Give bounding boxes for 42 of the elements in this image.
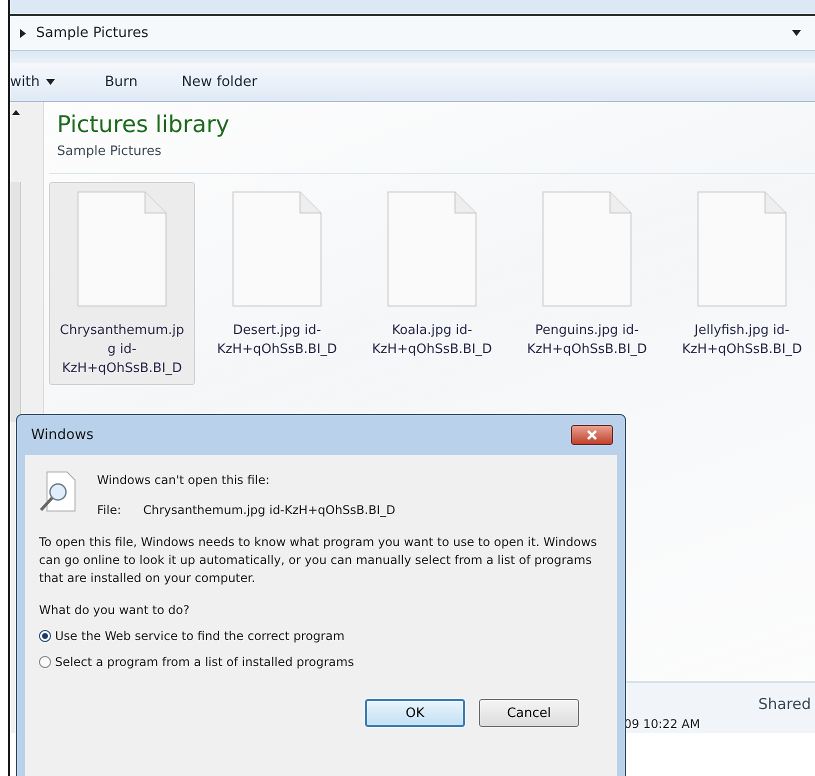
- file-name: Desert.jpg id-KzH+qOhSsB.BI_D: [216, 322, 338, 359]
- file-name: Koala.jpg id-KzH+qOhSsB.BI_D: [370, 322, 494, 359]
- toolbar-button[interactable]: with: [10, 74, 40, 90]
- file-name: Penguins.jpg id-KzH+qOhSsB.BI_D: [526, 322, 648, 359]
- close-icon: [585, 430, 599, 440]
- file-item[interactable]: Desert.jpg id-KzH+qOhSsB.BI_D: [204, 182, 350, 385]
- cancel-button[interactable]: Cancel: [479, 699, 579, 727]
- dialog-message: To open this file, Windows needs to know what program you want to use to open it. Windows can go online to look it up automatically, or you can manually select from a list of programs that are installed on your computer.: [39, 534, 598, 587]
- file-label: File:: [97, 503, 122, 517]
- ok-button[interactable]: OK: [365, 699, 465, 727]
- document-icon: [232, 191, 322, 307]
- question-text: What do you want to do?: [39, 603, 190, 617]
- file-name-text: Chrysanthemum.jpg id-KzH+qOhSsB.BI_D: [143, 503, 396, 517]
- expand-arrow-icon: [20, 28, 26, 38]
- address-path: Sample Pictures: [36, 25, 150, 41]
- toolbar-button[interactable]: New folder: [182, 74, 258, 90]
- file-item[interactable]: Chrysanthemum.jpg id-KzH+qOhSsB.BI_D: [49, 182, 195, 385]
- shared-label: Shared: [758, 695, 811, 713]
- dialog-heading: Windows can't open this file:: [97, 473, 271, 487]
- close-button[interactable]: [571, 425, 613, 445]
- document-icon: [77, 191, 167, 307]
- document-icon: [542, 191, 632, 307]
- dialog-title: Windows: [31, 427, 94, 443]
- library-subtitle: Sample Pictures: [57, 144, 162, 159]
- document-icon: [697, 191, 787, 307]
- toolbar-button[interactable]: Burn: [104, 74, 138, 90]
- radio-button[interactable]: [39, 656, 51, 668]
- library-title: Pictures library: [57, 112, 230, 138]
- scroll-up-arrow-icon[interactable]: [12, 110, 20, 115]
- radio-option[interactable]: Select a program from a list of installed programs: [39, 655, 603, 669]
- file-item[interactable]: Penguins.jpg id-KzH+qOhSsB.BI_D: [514, 182, 660, 385]
- scrollbar[interactable]: [10, 182, 21, 422]
- caret-icon[interactable]: [46, 79, 55, 85]
- document-icon: [387, 191, 477, 307]
- file-name: Chrysanthemum.jpg id-KzH+qOhSsB.BI_D: [58, 322, 186, 378]
- file-item[interactable]: Koala.jpg id-KzH+qOhSsB.BI_D: [359, 182, 505, 385]
- radio-option[interactable]: Use the Web service to find the correct program: [39, 629, 603, 643]
- radio-button[interactable]: [39, 630, 51, 642]
- address-bar[interactable]: Sample Pictures: [10, 16, 815, 51]
- file-item[interactable]: Jellyfish.jpg id-KzH+qOhSsB.BI_D: [669, 182, 815, 385]
- file-name: Jellyfish.jpg id-KzH+qOhSsB.BI_D: [680, 322, 804, 359]
- dropdown-arrow-icon[interactable]: [792, 30, 801, 36]
